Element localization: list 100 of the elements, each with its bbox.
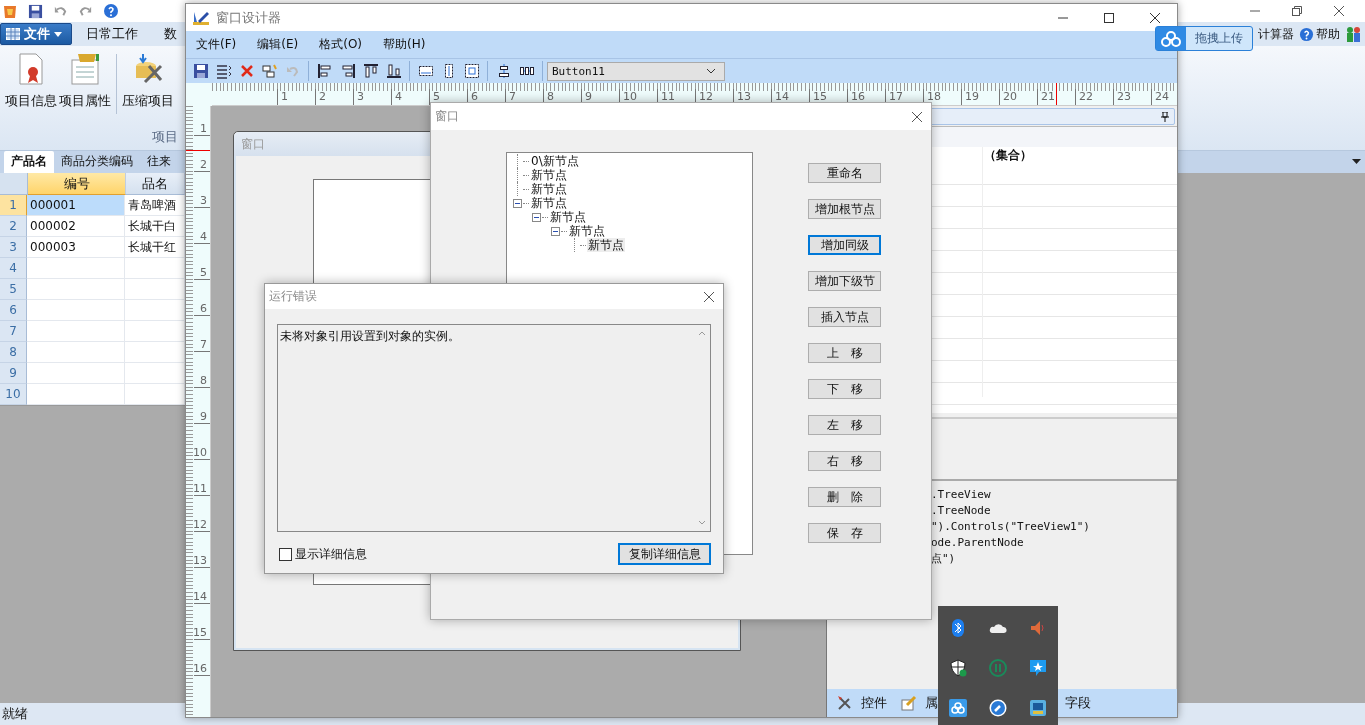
menu-item[interactable]: 格式(O) bbox=[313, 36, 366, 53]
collapse-icon[interactable] bbox=[532, 212, 541, 222]
users-icon[interactable] bbox=[1345, 25, 1363, 43]
sheet-tab[interactable]: 产品名 bbox=[4, 151, 54, 173]
app-logo-icon[interactable] bbox=[2, 3, 18, 19]
align-right-icon[interactable] bbox=[339, 63, 356, 79]
dialog-button[interactable]: 右 移 bbox=[808, 451, 881, 471]
menu-item[interactable]: 编辑(E) bbox=[251, 36, 302, 53]
tree-node[interactable]: 新节点 bbox=[530, 196, 568, 210]
ruler-number: 9 bbox=[585, 90, 592, 103]
checkbox-label[interactable]: 显示详细信息 bbox=[295, 545, 367, 563]
menu-item[interactable]: 文件(F) bbox=[190, 36, 240, 53]
collapse-icon[interactable] bbox=[551, 226, 560, 236]
control-dropdown[interactable]: Button11 bbox=[547, 61, 725, 81]
row-header[interactable]: 3 bbox=[0, 237, 27, 258]
align-left-icon[interactable] bbox=[316, 63, 333, 79]
ruler-number: 7 bbox=[200, 338, 207, 351]
code-line: 点") bbox=[931, 551, 957, 567]
row-header[interactable]: 1 bbox=[0, 195, 27, 216]
dialog-button[interactable]: 增加同级 bbox=[808, 235, 881, 255]
cloud-app-icon[interactable] bbox=[949, 699, 967, 717]
save-icon[interactable] bbox=[192, 63, 209, 79]
ribbon-tab[interactable]: 数 bbox=[150, 25, 189, 43]
pin-icon[interactable] bbox=[1161, 111, 1169, 122]
same-size-icon[interactable] bbox=[463, 63, 480, 79]
ribbon-button[interactable]: 项目信息 bbox=[4, 46, 58, 110]
dialog-button[interactable]: 下 移 bbox=[808, 379, 881, 399]
ribbon-tab[interactable]: 日常工作 bbox=[72, 25, 150, 43]
menu-item[interactable]: 帮助(H) bbox=[377, 36, 429, 53]
ruler-number: 12 bbox=[699, 90, 713, 103]
tree-node[interactable]: 新节点 bbox=[530, 182, 568, 196]
monitor-icon[interactable] bbox=[1029, 699, 1047, 717]
sheet-tab[interactable]: 商品分类编码 bbox=[54, 151, 140, 173]
dialog-button[interactable]: 增加下级节 bbox=[808, 271, 881, 291]
dialog-button[interactable]: 增加根节点 bbox=[808, 199, 881, 219]
same-width-icon[interactable] bbox=[417, 63, 434, 79]
list-icon[interactable] bbox=[215, 63, 232, 79]
ribbon-button[interactable]: 项目属性 bbox=[58, 46, 112, 110]
collapse-icon[interactable] bbox=[513, 198, 522, 208]
close-icon[interactable] bbox=[703, 290, 715, 303]
dialog-button[interactable]: 保 存 bbox=[808, 523, 881, 543]
panel-tab[interactable]: 属 bbox=[901, 694, 1065, 712]
document-icon bbox=[68, 52, 102, 86]
ruler-number: 13 bbox=[737, 90, 751, 103]
close-icon[interactable] bbox=[911, 110, 923, 123]
ruler-number: 8 bbox=[200, 374, 207, 387]
column-header[interactable]: 编号 bbox=[28, 173, 126, 195]
tree-node[interactable]: 新节点 bbox=[549, 210, 587, 224]
delete-icon[interactable] bbox=[238, 63, 255, 79]
copy-icon[interactable] bbox=[261, 63, 278, 79]
ruler-number: 6 bbox=[200, 302, 207, 315]
calculator-button[interactable]: 计算器 bbox=[1258, 25, 1294, 43]
dialog-button[interactable]: 插入节点 bbox=[808, 307, 881, 327]
restore-icon[interactable] bbox=[1291, 5, 1303, 17]
row-header[interactable]: 8 bbox=[0, 342, 27, 363]
tree-node[interactable]: 新节点 bbox=[587, 238, 625, 252]
code-line: ode.ParentNode bbox=[931, 535, 1025, 551]
tree-node[interactable]: 新节点 bbox=[568, 224, 606, 238]
code-line: .TreeNode bbox=[931, 503, 992, 519]
ruler-number: 24 bbox=[1155, 90, 1169, 103]
copy-details-button[interactable]: 复制详细信息 bbox=[618, 543, 711, 565]
tree-node[interactable]: 0\新节点 bbox=[530, 154, 580, 168]
row-header[interactable]: 9 bbox=[0, 363, 27, 384]
bluetooth-icon[interactable] bbox=[949, 619, 967, 637]
row-header[interactable]: 6 bbox=[0, 300, 27, 321]
maximize-icon[interactable] bbox=[1103, 11, 1115, 24]
align-bottom-icon[interactable] bbox=[385, 63, 402, 79]
dropdown-arrow-icon[interactable] bbox=[1352, 159, 1361, 164]
panel-tab[interactable]: 控件 bbox=[837, 694, 901, 712]
dialog-button[interactable]: 上 移 bbox=[808, 343, 881, 363]
status-text: 就绪 bbox=[2, 705, 28, 723]
help-icon[interactable] bbox=[103, 3, 119, 19]
close-icon[interactable] bbox=[1333, 5, 1345, 17]
upload-button[interactable]: 拖拽上传 bbox=[1155, 26, 1253, 51]
checkbox[interactable] bbox=[279, 547, 292, 561]
dialog-button[interactable]: 删 除 bbox=[808, 487, 881, 507]
ribbon-button[interactable]: 压缩项目 bbox=[121, 46, 175, 110]
help-button[interactable]: 帮助 bbox=[1316, 25, 1340, 43]
file-menu-button[interactable]: 文件 bbox=[0, 23, 72, 45]
align-top-icon[interactable] bbox=[362, 63, 379, 79]
help-icon[interactable] bbox=[1299, 26, 1314, 42]
save-icon[interactable] bbox=[28, 3, 43, 19]
row-header[interactable]: 5 bbox=[0, 279, 27, 300]
dialog-button[interactable]: 左 移 bbox=[808, 415, 881, 435]
row-header[interactable]: 7 bbox=[0, 321, 27, 342]
sheet-tab[interactable]: 往来 bbox=[140, 151, 178, 173]
close-icon[interactable] bbox=[1149, 11, 1161, 24]
property-value[interactable]: （集合） bbox=[984, 148, 1032, 162]
row-header[interactable]: 4 bbox=[0, 258, 27, 279]
row-header[interactable]: 2 bbox=[0, 216, 27, 237]
tree-node[interactable]: 新节点 bbox=[530, 168, 568, 182]
dialog-button[interactable]: 重命名 bbox=[808, 163, 881, 183]
shield-icon[interactable] bbox=[949, 659, 967, 677]
row-header[interactable]: 10 bbox=[0, 384, 27, 405]
column-header[interactable]: 品名 bbox=[126, 173, 185, 195]
panel-tab[interactable]: 字段 bbox=[1065, 694, 1091, 712]
star-chat-icon[interactable] bbox=[1029, 659, 1047, 677]
group-label: 项目 bbox=[152, 128, 178, 146]
speaker-icon[interactable] bbox=[1029, 619, 1047, 637]
ruler-number: 3 bbox=[200, 194, 207, 207]
